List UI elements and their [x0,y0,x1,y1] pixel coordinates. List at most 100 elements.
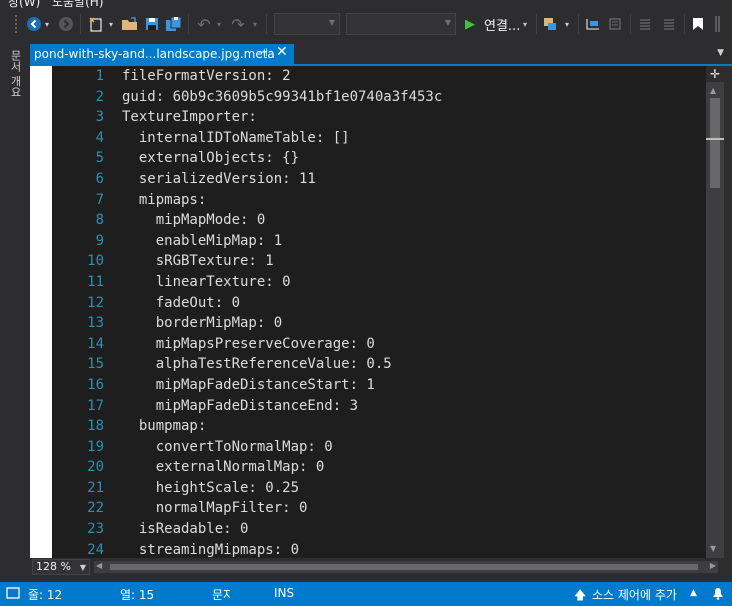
code-text: guid: 60b9c3609b5c99341bf1e0740a3f453c [122,88,443,105]
save-all-icon[interactable] [164,14,184,34]
code-line[interactable]: 5 externalObjects: {} [52,148,706,169]
scroll-up-icon[interactable]: ▲ [710,86,716,95]
platform-select[interactable]: ▼ [346,13,456,35]
undo-icon[interactable]: ↶ [194,14,214,34]
code-text: mipMapFadeDistanceStart: 1 [122,376,375,393]
status-column: 열: 15 [120,588,155,602]
chevron-down-icon: ▼ [79,563,86,572]
code-text: isReadable: 0 [122,521,249,538]
notification-bell-icon[interactable] [712,587,724,603]
split-window-icon[interactable]: ✛ [706,66,724,82]
toolbar-separator [188,14,189,34]
code-text: heightScale: 0.25 [122,479,300,496]
pin-icon[interactable]: ⊣ [258,46,268,59]
undo-dropdown-icon[interactable]: ▾ [214,14,224,34]
bookmark-icon[interactable] [690,14,706,34]
scroll-right-icon[interactable]: ▶ [710,561,716,570]
code-text: TextureImporter: [122,109,257,126]
run-icon[interactable]: ▶ [462,14,478,34]
save-icon[interactable] [142,14,162,34]
code-line[interactable]: 15 alphaTestReferenceValue: 0.5 [52,354,706,375]
code-editor[interactable]: 1 fileFormatVersion: 2 2 guid: 60b9c3609b5c… [30,66,706,558]
indicator-margin [30,66,52,558]
comment-lines-icon[interactable] [636,14,654,34]
toolbar-separator [536,14,537,34]
code-line[interactable]: 10 sRGBTexture: 1 [52,251,706,272]
source-control-up-icon[interactable]: 🡅 [574,586,586,606]
code-line[interactable]: 24 streamingMipmaps: 0 [52,540,706,558]
quick-info-icon[interactable] [584,14,602,34]
document-tab-bar: pond-with-sky-and...landscape.jpg.meta ⊣… [30,44,732,64]
line-number: 3 [95,109,104,126]
toolbar-separator [578,14,579,34]
status-insert-mode[interactable]: INS [274,586,294,600]
horizontal-scroll-thumb[interactable] [110,564,698,570]
line-number: 4 [95,129,104,146]
output-panel-icon[interactable] [6,587,20,602]
chevron-up-icon[interactable]: ▲ [690,588,697,598]
code-line[interactable]: 3 TextureImporter: [52,107,706,128]
tab-list-dropdown-icon[interactable]: ▼ [717,48,724,58]
code-line[interactable]: 9 enableMipMap: 1 [52,231,706,252]
code-line[interactable]: 11 linearTexture: 0 [52,272,706,293]
line-number: 7 [95,191,104,208]
vertical-scroll-thumb[interactable] [710,98,720,188]
code-line[interactable]: 6 serializedVersion: 11 [52,169,706,190]
code-line[interactable]: 17 mipMapFadeDistanceEnd: 3 [52,396,706,417]
code-line[interactable]: 19 convertToNormalMap: 0 [52,437,706,458]
back-icon[interactable] [24,14,44,34]
new-dropdown-icon[interactable]: ▾ [106,14,116,34]
code-line[interactable]: 21 heightScale: 0.25 [52,478,706,499]
toolbar-overflow-icon[interactable] [712,14,724,34]
attach-dropdown-icon[interactable]: ▾ [562,14,572,34]
code-line[interactable]: 8 mipMapMode: 0 [52,210,706,231]
run-dropdown-icon[interactable]: ▾ [520,14,530,34]
caret-position-marker [706,138,724,140]
scroll-left-icon[interactable]: ◀ [96,561,102,570]
chevron-down-icon: ▼ [328,18,335,27]
uncomment-lines-icon[interactable] [660,14,678,34]
document-tab[interactable]: pond-with-sky-and...landscape.jpg.meta ⊣… [30,44,294,64]
code-line[interactable]: 1 fileFormatVersion: 2 [52,66,706,87]
code-line[interactable]: 16 mipMapFadeDistanceStart: 1 [52,375,706,396]
line-number: 11 [87,273,104,290]
open-icon[interactable] [120,14,140,34]
code-text: linearTexture: 0 [122,273,291,290]
line-number: 2 [95,88,104,105]
run-button-label[interactable]: 연결... [484,15,520,34]
add-to-source-control-button[interactable]: 소스 제어에 추가 [592,586,677,603]
code-line[interactable]: 2 guid: 60b9c3609b5c99341bf1e0740a3f453c [52,87,706,108]
code-line[interactable]: 20 externalNormalMap: 0 [52,457,706,478]
redo-icon[interactable]: ↷ [228,14,248,34]
new-project-icon[interactable] [86,14,106,34]
close-icon[interactable]: ✕ [276,44,288,60]
document-outline-tab[interactable]: 문서 개요 [4,44,26,104]
code-line[interactable]: 22 normalMapFilter: 0 [52,498,706,519]
line-number: 16 [87,376,104,393]
menu-window[interactable]: 창(W) [8,0,40,8]
code-line[interactable]: 23 isReadable: 0 [52,519,706,540]
code-text: mipmaps: [122,191,207,208]
code-line[interactable]: 13 borderMipMap: 0 [52,313,706,334]
horizontal-scrollbar[interactable]: ◀ ▶ [94,561,718,573]
code-text: borderMipMap: 0 [122,315,283,332]
toolbar-grip[interactable] [14,14,18,34]
vertical-scrollbar[interactable]: ✛ ▲ ▼ [706,66,724,558]
attach-icon[interactable] [540,14,560,34]
menu-help[interactable]: 도움말(H) [52,0,104,8]
forward-icon[interactable] [56,14,76,34]
side-panel: 문서 개요 [0,40,30,580]
back-dropdown-icon[interactable]: ▾ [42,14,52,34]
parameter-info-icon[interactable] [606,14,624,34]
line-number: 20 [87,459,104,476]
code-line[interactable]: 7 mipmaps: [52,190,706,211]
code-line[interactable]: 18 bumpmap: [52,416,706,437]
zoom-select[interactable]: 128 % ▼ [32,559,90,575]
code-line[interactable]: 4 internalIDToNameTable: [] [52,128,706,149]
scroll-down-icon[interactable]: ▼ [710,544,716,553]
code-line[interactable]: 12 fadeOut: 0 [52,293,706,314]
line-number: 22 [87,500,104,517]
solution-config-select[interactable]: ▼ [274,13,340,35]
code-line[interactable]: 14 mipMapsPreserveCoverage: 0 [52,334,706,355]
redo-dropdown-icon[interactable]: ▾ [250,14,260,34]
